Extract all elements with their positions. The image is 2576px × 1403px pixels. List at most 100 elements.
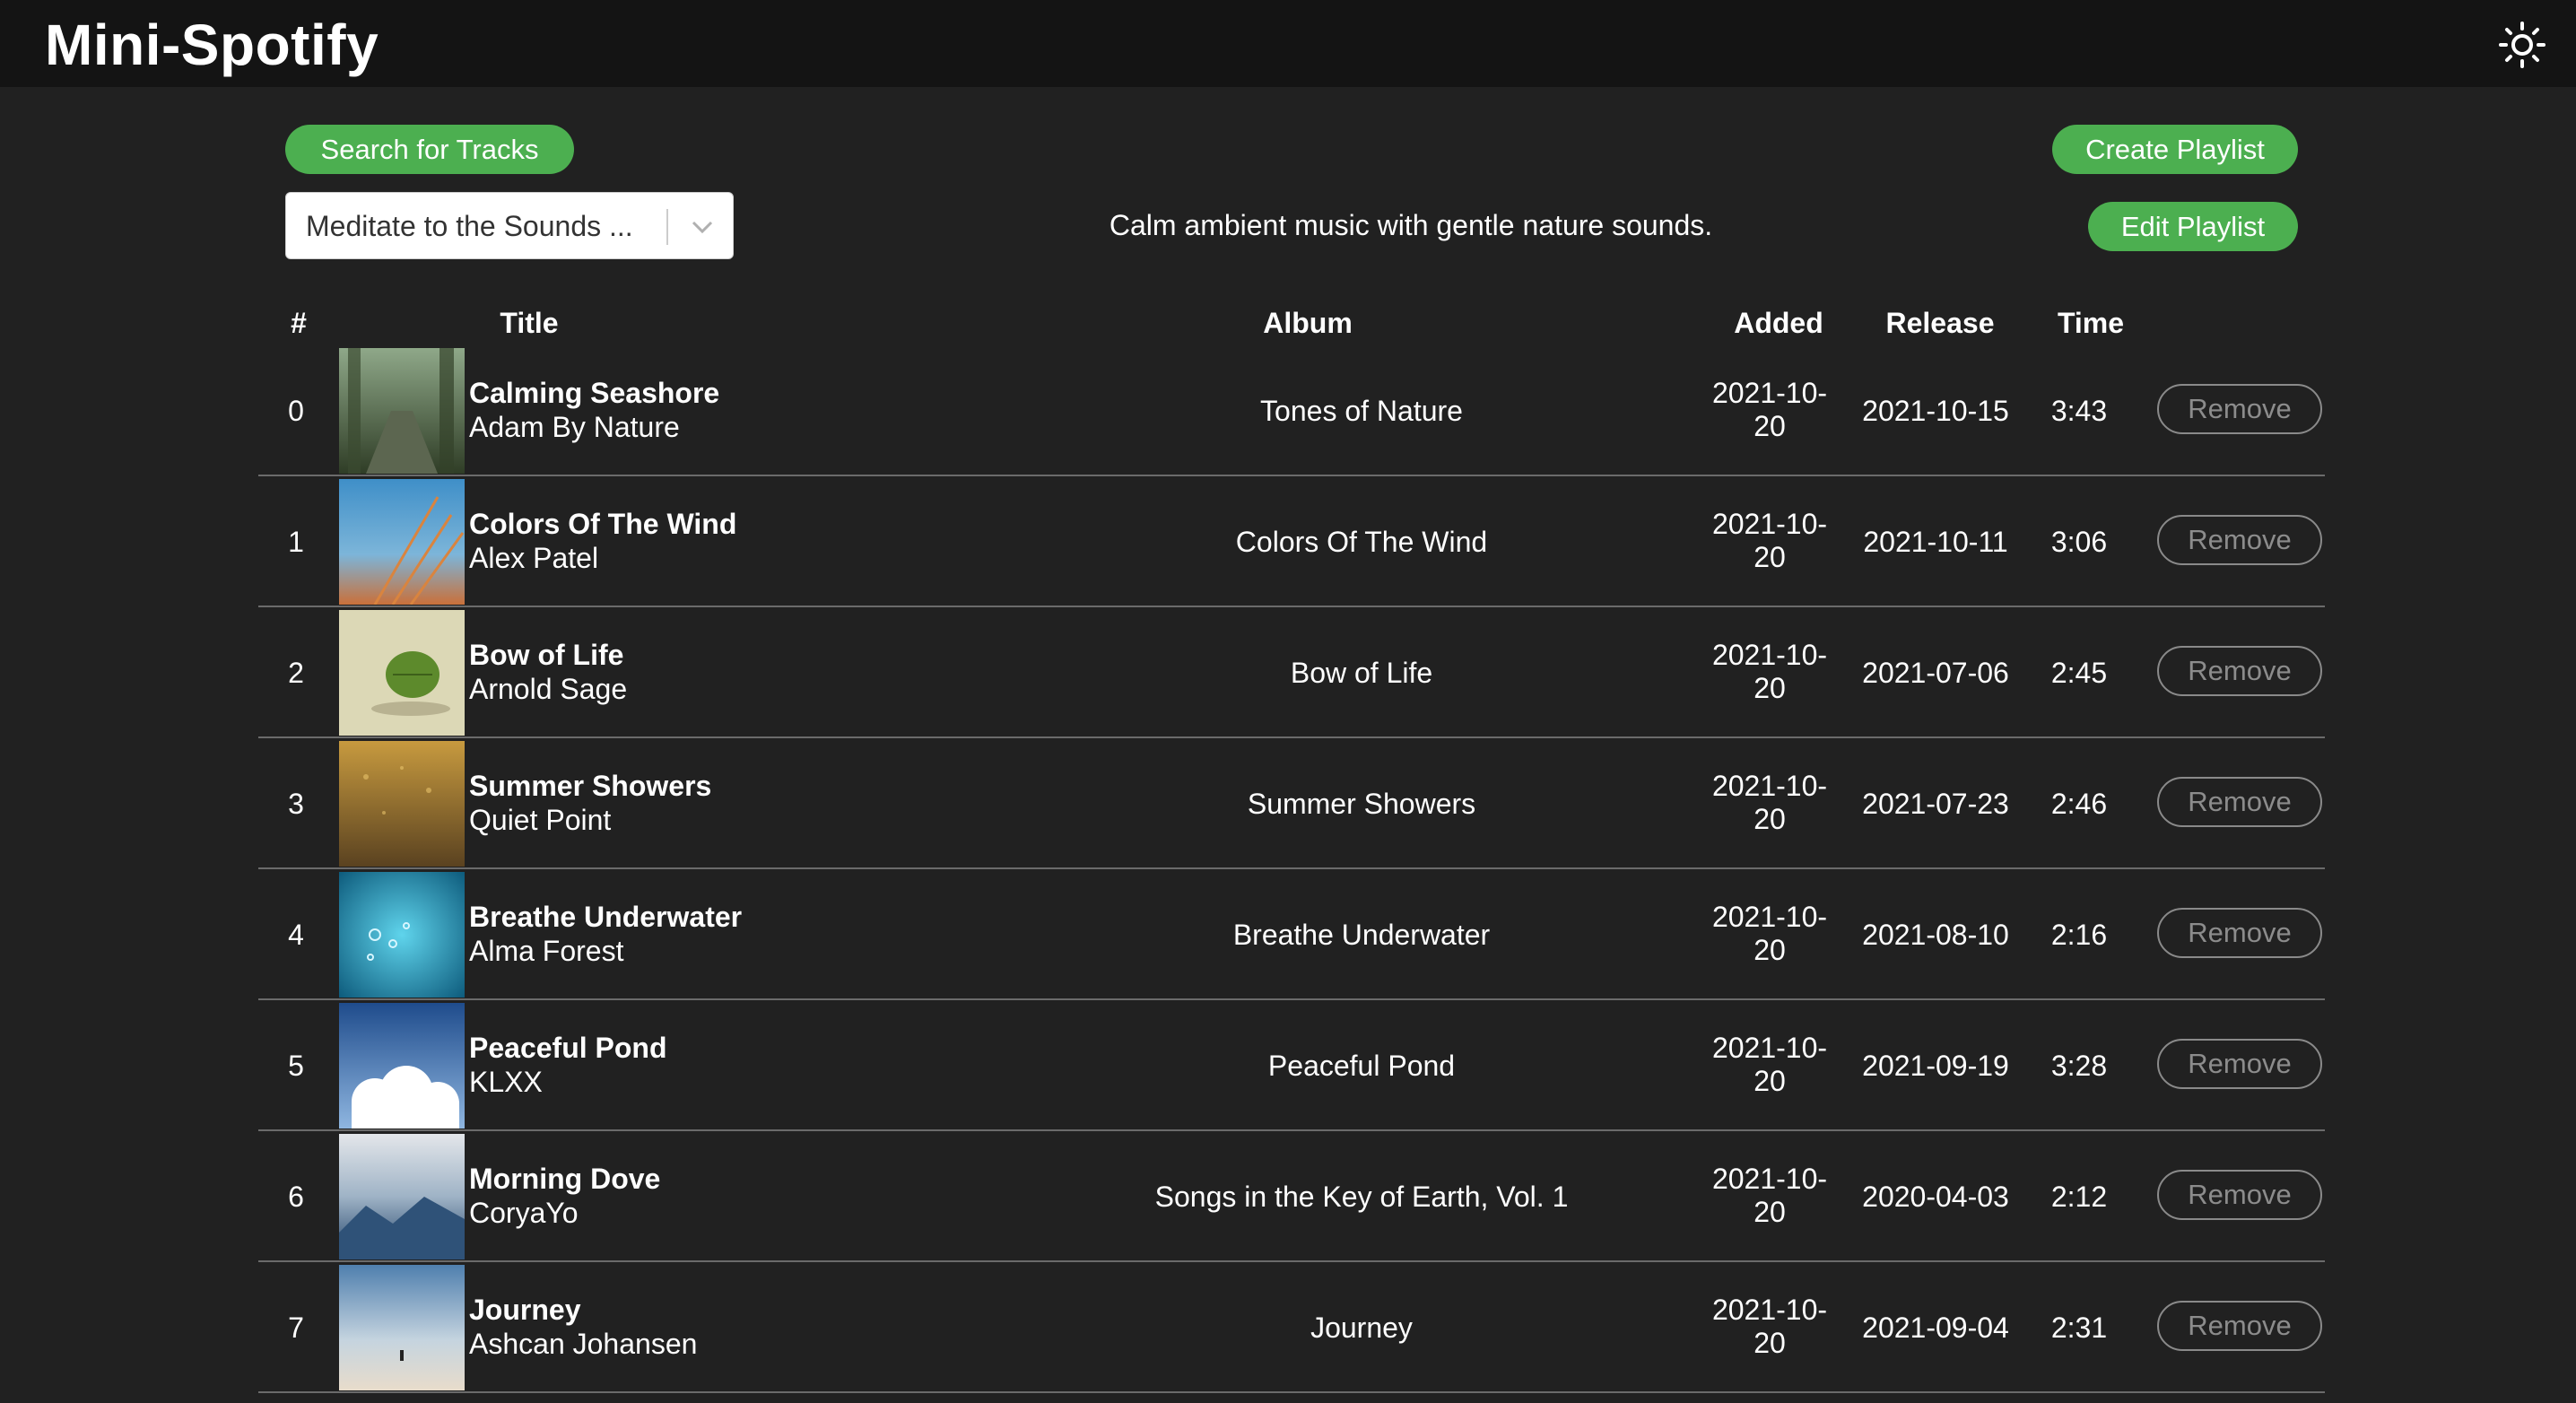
album-art bbox=[339, 741, 465, 867]
track-album: Songs in the Key of Earth, Vol. 1 bbox=[1154, 1181, 1569, 1213]
remove-track-button[interactable]: Remove bbox=[2157, 1039, 2322, 1089]
track-title: Morning Dove bbox=[469, 1163, 661, 1195]
track-duration: 2:46 bbox=[2050, 788, 2108, 820]
table-row[interactable]: 4 Breathe Underwater Alma Forest Breathe… bbox=[258, 869, 2325, 1000]
table-header: # Title Album Added Release Time bbox=[0, 296, 2576, 350]
track-title: Journey bbox=[469, 1294, 581, 1326]
remove-track-button[interactable]: Remove bbox=[2157, 1301, 2322, 1351]
remove-track-button[interactable]: Remove bbox=[2157, 515, 2322, 565]
track-artist: Ashcan Johansen bbox=[469, 1328, 698, 1360]
table-row[interactable]: 7 Journey Ashcan Johansen Journey 2021-1… bbox=[258, 1262, 2325, 1393]
track-duration: 3:43 bbox=[2050, 395, 2108, 427]
added-date-line1: 2021-10- bbox=[1711, 377, 1828, 409]
table-row[interactable]: 6 Morning Dove CoryaYo Songs in the Key … bbox=[258, 1131, 2325, 1262]
track-album: Peaceful Pond bbox=[1267, 1050, 1456, 1082]
select-separator bbox=[666, 209, 668, 245]
chevron-down-icon[interactable] bbox=[688, 213, 717, 241]
track-duration: 2:45 bbox=[2050, 657, 2108, 689]
added-date-line1: 2021-10- bbox=[1711, 770, 1828, 802]
edit-playlist-button[interactable]: Edit Playlist bbox=[2088, 202, 2298, 251]
added-date-line2: 20 bbox=[1754, 1196, 1786, 1228]
track-duration: 2:12 bbox=[2050, 1181, 2108, 1213]
track-title: Bow of Life bbox=[469, 639, 624, 671]
app-title: Mini-Spotify bbox=[45, 13, 379, 77]
column-header-number: # bbox=[291, 307, 307, 339]
track-added-date: 2021-10- 20 bbox=[1702, 1032, 1837, 1098]
track-album: Journey bbox=[1310, 1312, 1413, 1344]
table-row[interactable]: 3 Summer Showers Quiet Point Summer Show… bbox=[258, 738, 2325, 869]
added-date-line1: 2021-10- bbox=[1711, 1163, 1828, 1195]
track-number: 4 bbox=[288, 919, 304, 951]
row-divider bbox=[258, 1391, 2325, 1393]
column-header-release: Release bbox=[1885, 307, 1995, 339]
create-playlist-button[interactable]: Create Playlist bbox=[2052, 125, 2298, 174]
track-release-date: 2021-07-06 bbox=[1862, 657, 2009, 689]
track-artist: Quiet Point bbox=[469, 804, 612, 836]
track-album: Summer Showers bbox=[1247, 788, 1476, 820]
track-duration: 3:06 bbox=[2050, 526, 2108, 558]
top-bar: Mini-Spotify bbox=[0, 0, 2576, 87]
track-release-date: 2021-10-11 bbox=[1863, 526, 2008, 558]
track-album: Bow of Life bbox=[1290, 657, 1433, 689]
track-album: Tones of Nature bbox=[1260, 395, 1463, 427]
track-title: Breathe Underwater bbox=[469, 901, 743, 933]
added-date-line2: 20 bbox=[1754, 672, 1786, 704]
added-date-line1: 2021-10- bbox=[1711, 1294, 1828, 1326]
added-date-line2: 20 bbox=[1754, 1327, 1786, 1359]
track-artist: Alma Forest bbox=[469, 935, 624, 967]
track-release-date: 2021-09-04 bbox=[1862, 1312, 2009, 1344]
playlist-select-value: Meditate to the Sounds ... bbox=[306, 210, 633, 242]
track-added-date: 2021-10- 20 bbox=[1702, 770, 1837, 836]
track-number: 0 bbox=[288, 395, 304, 427]
album-art bbox=[339, 1003, 465, 1128]
added-date-line2: 20 bbox=[1754, 934, 1786, 966]
table-row[interactable]: 1 Colors Of The Wind Alex Patel Colors O… bbox=[258, 476, 2325, 607]
album-art bbox=[339, 1134, 465, 1259]
track-artist: Adam By Nature bbox=[469, 411, 680, 443]
track-release-date: 2021-08-10 bbox=[1862, 919, 2009, 951]
track-album: Breathe Underwater bbox=[1232, 919, 1491, 951]
added-date-line2: 20 bbox=[1754, 803, 1786, 835]
track-title: Calming Seashore bbox=[469, 377, 720, 409]
track-number: 7 bbox=[288, 1312, 304, 1344]
album-art bbox=[339, 610, 465, 736]
track-number: 1 bbox=[288, 526, 304, 558]
track-artist: KLXX bbox=[469, 1066, 543, 1098]
track-number: 2 bbox=[288, 657, 304, 689]
added-date-line2: 20 bbox=[1754, 410, 1786, 442]
track-duration: 2:16 bbox=[2050, 919, 2108, 951]
table-row[interactable]: 0 Calming Seashore Adam By Nature Tones … bbox=[258, 345, 2325, 476]
remove-track-button[interactable]: Remove bbox=[2157, 384, 2322, 434]
track-artist: CoryaYo bbox=[469, 1197, 579, 1229]
remove-track-button[interactable]: Remove bbox=[2157, 777, 2322, 827]
table-row[interactable]: 5 Peaceful Pond KLXX Peaceful Pond 2021-… bbox=[258, 1000, 2325, 1131]
track-title: Colors Of The Wind bbox=[469, 508, 737, 540]
remove-track-button[interactable]: Remove bbox=[2157, 1170, 2322, 1220]
table-row[interactable]: 2 Bow of Life Arnold Sage Bow of Life 20… bbox=[258, 607, 2325, 738]
sun-icon[interactable] bbox=[2497, 20, 2547, 70]
album-art bbox=[339, 1265, 465, 1390]
track-title: Peaceful Pond bbox=[469, 1032, 667, 1064]
track-duration: 3:28 bbox=[2050, 1050, 2108, 1082]
column-header-title: Title bbox=[500, 307, 559, 339]
track-number: 6 bbox=[288, 1181, 304, 1213]
track-title: Summer Showers bbox=[469, 770, 712, 802]
track-added-date: 2021-10- 20 bbox=[1702, 639, 1837, 705]
column-header-added: Added bbox=[1734, 307, 1823, 339]
search-tracks-button[interactable]: Search for Tracks bbox=[285, 125, 574, 174]
track-release-date: 2020-04-03 bbox=[1862, 1181, 2009, 1213]
track-added-date: 2021-10- 20 bbox=[1702, 1163, 1837, 1229]
playlist-select[interactable]: Meditate to the Sounds ... bbox=[285, 192, 734, 259]
track-artist: Alex Patel bbox=[469, 542, 599, 574]
album-art bbox=[339, 872, 465, 998]
track-artist: Arnold Sage bbox=[469, 673, 628, 705]
track-release-date: 2021-07-23 bbox=[1862, 788, 2009, 820]
added-date-line1: 2021-10- bbox=[1711, 639, 1828, 671]
album-art bbox=[339, 348, 465, 474]
track-added-date: 2021-10- 20 bbox=[1702, 377, 1837, 443]
remove-track-button[interactable]: Remove bbox=[2157, 908, 2322, 958]
playlist-description: Calm ambient music with gentle nature so… bbox=[1109, 209, 1713, 241]
remove-track-button[interactable]: Remove bbox=[2157, 646, 2322, 696]
track-release-date: 2021-09-19 bbox=[1862, 1050, 2009, 1082]
added-date-line2: 20 bbox=[1754, 541, 1786, 573]
